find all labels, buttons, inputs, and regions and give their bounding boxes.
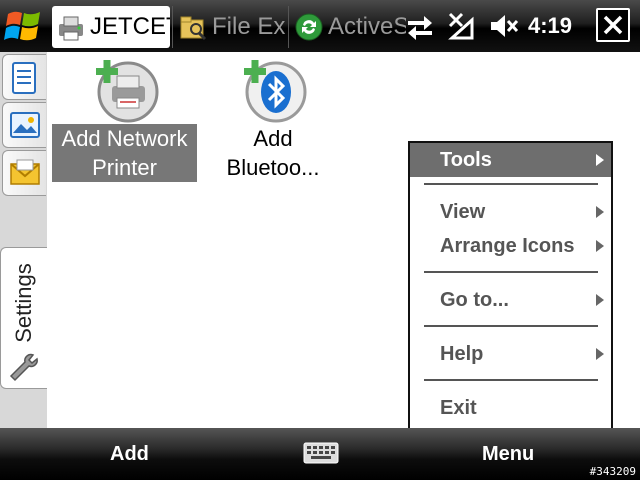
menu-item-view[interactable]: View [410,195,611,229]
data-connection-icon[interactable] [404,10,436,42]
menu-item-go-to[interactable]: Go to... [410,283,611,317]
wrench-icon [9,353,38,382]
context-menu: Tools View Arrange Icons Go to... Help E… [408,141,613,429]
tab-jetcet[interactable]: JETCET [52,6,170,48]
mail-icon [10,159,40,185]
close-icon [603,15,623,35]
input-panel-button[interactable] [303,440,339,466]
softkey-bar: Add Menu #343209 [0,428,640,480]
item-label-line: Printer [92,155,157,180]
add-network-printer-item[interactable]: Add Network Printer [52,56,197,182]
windows-flag-icon [4,11,40,41]
menu-separator [424,183,598,185]
tab-separator [288,6,289,48]
item-label-line: Add [253,126,293,151]
softkey-add[interactable]: Add [110,428,149,480]
softkey-menu[interactable]: Menu [482,428,534,480]
tab-file-explorer-label: File Exp [212,13,286,40]
tab-messaging[interactable] [2,150,46,196]
submenu-arrow-icon [596,348,604,360]
submenu-arrow-icon [596,294,604,306]
tab-settings[interactable]: Settings [0,247,47,389]
speaker-muted-icon[interactable] [488,10,520,42]
activesync-icon [295,13,323,41]
taskbar: JETCET File Exp ActiveS 4:19 [0,0,640,52]
picture-icon [10,112,40,138]
file-explorer-icon [180,16,207,41]
add-bluetooth-icon [244,60,307,123]
tab-documents[interactable] [2,54,46,100]
category-rail: Settings [0,52,47,428]
tab-file-explorer[interactable]: File Exp [174,6,286,48]
menu-item-label: Help [440,343,484,365]
menu-item-label: View [440,201,486,223]
menu-item-exit[interactable]: Exit [410,391,611,425]
menu-separator [424,325,598,327]
keyboard-icon [303,442,339,464]
tab-pictures[interactable] [2,102,46,148]
menu-separator [424,271,598,273]
item-label-line: Bluetoo... [226,155,320,180]
menu-item-label: Go to... [440,289,509,311]
tab-activesync[interactable]: ActiveS [290,6,406,48]
close-button[interactable] [596,8,630,42]
watermark-text: #343209 [589,465,636,478]
tab-separator [172,6,173,48]
submenu-arrow-icon [596,240,604,252]
item-label-line: Add Network [61,126,188,151]
add-network-printer-icon [95,60,158,123]
add-bluetooth-item[interactable]: Add Bluetoo... [210,56,336,182]
menu-item-arrange-icons[interactable]: Arrange Icons [410,229,611,263]
menu-item-tools[interactable]: Tools [410,143,611,177]
add-bluetooth-label: Add Bluetoo... [224,124,323,182]
menu-item-label: Tools [440,149,492,171]
tab-activesync-label: ActiveS [328,13,406,40]
tab-jetcet-label: JETCET [90,13,170,40]
add-network-printer-label: Add Network Printer [52,124,197,182]
start-button[interactable] [2,4,46,48]
submenu-arrow-icon [596,206,604,218]
menu-item-label: Arrange Icons [440,235,575,257]
menu-item-label: Exit [440,397,477,419]
settings-tab-label: Settings [11,263,36,343]
menu-separator [424,379,598,381]
document-icon [12,62,36,94]
printer-app-icon [59,16,83,41]
submenu-arrow-icon [596,154,604,166]
no-signal-icon[interactable] [446,10,478,42]
menu-item-help[interactable]: Help [410,337,611,371]
clock[interactable]: 4:19 [528,10,572,42]
